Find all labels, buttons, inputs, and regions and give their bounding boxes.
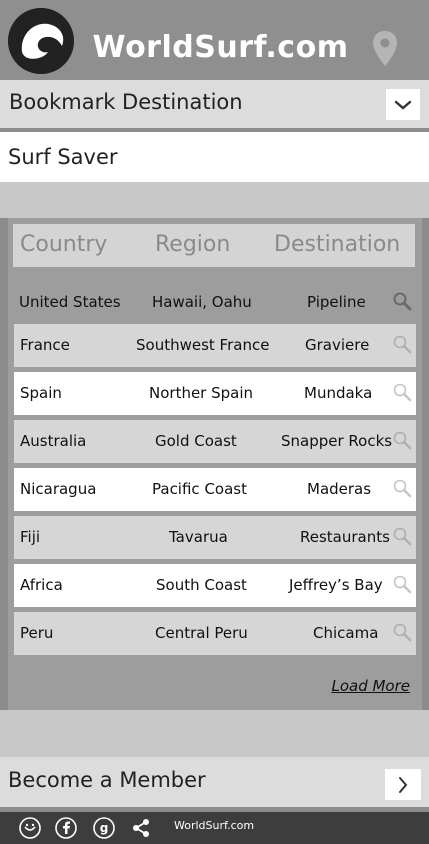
column-header-region[interactable]: Region [155, 232, 230, 257]
cell-country: United States [19, 293, 121, 311]
spacer [0, 710, 429, 757]
cell-destination: Jeffrey’s Bay [289, 576, 383, 594]
location-pin-icon[interactable] [371, 30, 399, 68]
search-icon[interactable] [392, 478, 412, 498]
cell-country: Fiji [20, 528, 41, 546]
become-member-label: Become a Member [8, 768, 206, 792]
surf-saver-section: Surf Saver [0, 132, 429, 182]
cell-region: Central Peru [155, 624, 248, 642]
chevron-down-icon [394, 100, 412, 110]
chevron-right-icon [399, 776, 408, 793]
cell-destination: Snapper Rocks [281, 432, 393, 450]
table-row[interactable]: Fiji Tavarua Restaurants [14, 516, 416, 559]
load-more-link[interactable]: Load More [331, 677, 410, 695]
column-header-country[interactable]: Country [20, 232, 107, 257]
site-title: WorldSurf.com [92, 30, 349, 65]
cell-region: South Coast [156, 576, 247, 594]
cell-country: Australia [20, 432, 87, 450]
destinations-table: Country Region Destination United States… [8, 218, 422, 710]
table-row[interactable]: Australia Gold Coast Snapper Rocks [14, 420, 416, 463]
table-row[interactable]: Spain Norther Spain Mundaka [14, 372, 416, 415]
cell-destination: Maderas [307, 480, 372, 498]
column-header-destination[interactable]: Destination [274, 232, 400, 257]
google-plus-icon[interactable]: g [92, 816, 116, 840]
cell-country: Africa [20, 576, 63, 594]
share-icon[interactable] [129, 816, 153, 840]
cell-country: France [20, 336, 70, 354]
bookmark-dropdown-button[interactable] [386, 89, 420, 120]
footer-bar: g WorldSurf.com [0, 812, 429, 844]
cell-destination: Mundaka [304, 384, 373, 402]
svg-text:g: g [100, 821, 109, 835]
table-row[interactable]: United States Hawaii, Oahu Pipeline [14, 281, 416, 324]
footer-site-name[interactable]: WorldSurf.com [174, 819, 254, 832]
cell-country: Spain [20, 384, 62, 402]
cell-region: Southwest France [136, 336, 270, 354]
smiley-icon[interactable] [18, 816, 42, 840]
table-row[interactable]: Nicaragua Pacific Coast Maderas [14, 468, 416, 511]
cell-region: Hawaii, Oahu [152, 293, 252, 311]
cell-destination: Pipeline [307, 293, 366, 311]
cell-country: Nicaragua [20, 480, 97, 498]
cell-destination: Graviere [305, 336, 370, 354]
search-icon[interactable] [392, 382, 412, 402]
bookmark-destination-bar[interactable]: Bookmark Destination [0, 80, 429, 128]
search-icon[interactable] [392, 526, 412, 546]
facebook-icon[interactable] [54, 816, 78, 840]
spacer [0, 182, 429, 218]
search-icon[interactable] [392, 291, 412, 311]
become-member-bar[interactable]: Become a Member [0, 757, 429, 807]
cell-destination: Chicama [313, 624, 379, 642]
table-row[interactable]: Africa South Coast Jeffrey’s Bay [14, 564, 416, 607]
app-header: WorldSurf.com [0, 0, 429, 80]
section-title: Surf Saver [8, 145, 118, 169]
cell-region: Gold Coast [155, 432, 237, 450]
table-row[interactable]: France Southwest France Graviere [14, 324, 416, 367]
cell-region: Tavarua [169, 528, 228, 546]
bookmark-destination-label: Bookmark Destination [9, 90, 243, 114]
search-icon[interactable] [392, 430, 412, 450]
cell-region: Norther Spain [149, 384, 254, 402]
become-member-button[interactable] [385, 769, 421, 800]
cell-destination: Restaurants [300, 528, 390, 546]
table-row[interactable]: Peru Central Peru Chicama [14, 612, 416, 655]
cell-region: Pacific Coast [152, 480, 247, 498]
search-icon[interactable] [392, 574, 412, 594]
search-icon[interactable] [392, 622, 412, 642]
search-icon[interactable] [392, 334, 412, 354]
table-header: Country Region Destination [13, 224, 415, 267]
cell-country: Peru [20, 624, 54, 642]
